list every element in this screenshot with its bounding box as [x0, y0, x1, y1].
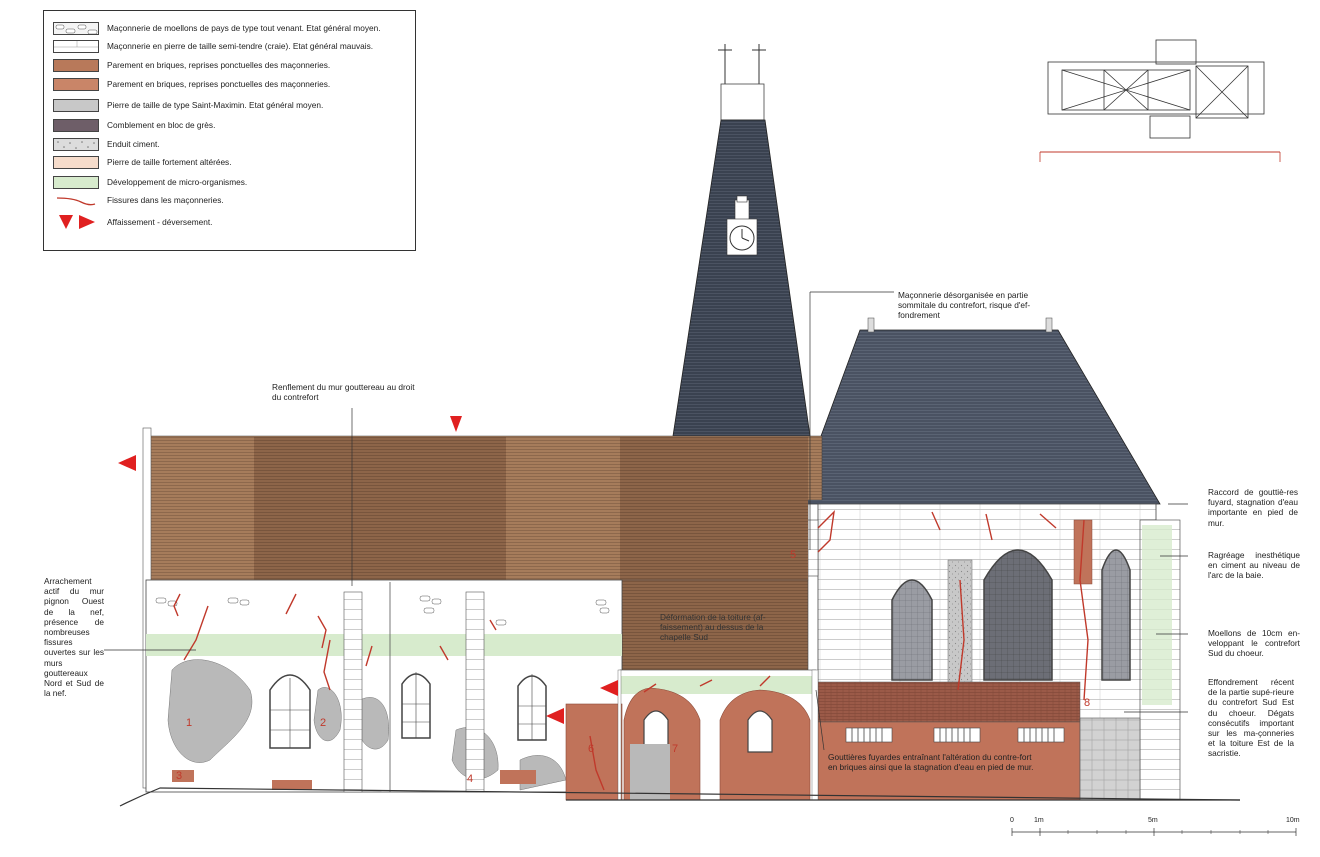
brick-swatch [53, 58, 99, 72]
choir [783, 317, 1181, 801]
stone-swatch [53, 98, 99, 112]
sandstone-swatch [53, 118, 99, 132]
marker-2: 2 [320, 717, 326, 729]
key-plan [1039, 39, 1281, 162]
legend-label: Fissures dans les maçonneries. [107, 195, 224, 205]
marker-7: 7 [672, 743, 678, 755]
note-maconnerie: Maçonnerie désorganisée en partie sommit… [898, 290, 1031, 321]
legend-item: Pierre de taille de type Saint-Maximin. … [53, 98, 323, 112]
ashlar-swatch [53, 39, 99, 53]
scale-label-10m: 10m [1286, 817, 1300, 824]
legend-item: Parement en briques, reprises ponctuelle… [53, 77, 330, 91]
legend-item: Pierre de taille fortement altérées. [53, 155, 232, 169]
scale-label-0: 0 [1010, 817, 1014, 824]
cement-swatch [53, 137, 99, 151]
rubble-swatch [53, 21, 99, 35]
marker-4: 4 [467, 773, 473, 785]
note-moellons: Moellons de 10cm en-veloppant le contref… [1208, 628, 1300, 659]
scale-label-1m: 1m [1034, 817, 1044, 824]
legend-label: Pierre de taille de type Saint-Maximin. … [107, 100, 324, 110]
legend: Maçonnerie de moellons de pays de type t… [43, 10, 416, 251]
legend-item: Maçonnerie en pierre de taille semi-tend… [53, 39, 373, 53]
note-deformation: Déformation de la toiture (af-faissement… [660, 612, 766, 643]
bell-tower [672, 44, 811, 437]
marker-3: 3 [176, 770, 182, 782]
note-raccord: Raccord de gouttiè-res fuyard, stagnatio… [1208, 487, 1298, 528]
note-ragreage: Ragréage inesthétique en ciment au nivea… [1208, 550, 1300, 581]
legend-label: Pierre de taille fortement altérées. [107, 157, 232, 167]
nave-wall [145, 579, 623, 793]
legend-label: Maçonnerie de moellons de pays de type t… [107, 23, 381, 33]
crack-swatch [53, 194, 99, 207]
marker-5: 5 [790, 549, 796, 561]
legend-item: Comblement en bloc de grès. [53, 118, 215, 132]
legend-item: Développement de micro-organismes. [53, 175, 247, 189]
marker-8: 8 [1084, 697, 1090, 709]
note-effondrement: Effondrement récent de la partie supé-ri… [1208, 677, 1294, 759]
legend-label: Affaissement - déversement. [107, 217, 213, 227]
legend-label: Développement de micro-organismes. [107, 177, 248, 187]
note-arrachement: Arrachement actif du mur pignon Ouest de… [44, 576, 104, 699]
elevation-drawing: 1 2 3 4 5 6 7 8 Maçonnerie de moellons d… [0, 0, 1320, 852]
brick-swatch-2 [53, 77, 99, 91]
micro-swatch [53, 175, 99, 189]
marker-6: 6 [588, 743, 594, 755]
legend-label: Enduit ciment. [107, 139, 160, 149]
altered-swatch [53, 155, 99, 169]
legend-label: Parement en briques, reprises ponctuelle… [107, 60, 331, 70]
legend-item: Parement en briques, reprises ponctuelle… [53, 58, 330, 72]
legend-label: Parement en briques, reprises ponctuelle… [107, 79, 331, 89]
marker-1: 1 [186, 717, 192, 729]
legend-item: Enduit ciment. [53, 137, 160, 151]
legend-item: Fissures dans les maçonneries. [53, 193, 224, 207]
legend-item: Affaissement - déversement. [53, 211, 212, 233]
legend-label: Comblement en bloc de grès. [107, 120, 216, 130]
arrow-swatch [53, 211, 99, 233]
scale-label-5m: 5m [1148, 817, 1158, 824]
legend-label: Maçonnerie en pierre de taille semi-tend… [107, 41, 374, 51]
note-gouttieres: Gouttières fuyardes entraînant l'altérat… [828, 752, 1034, 773]
scale-bar [1011, 828, 1297, 836]
legend-item: Maçonnerie de moellons de pays de type t… [53, 21, 381, 35]
note-renflement: Renflement du mur gouttereau au droit du… [272, 382, 415, 403]
